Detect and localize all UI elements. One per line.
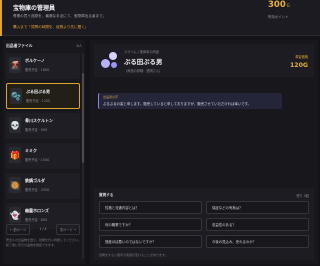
sidebar-count: 8人: [76, 44, 82, 48]
seller-detail-card: スライム / 液体系の商品 ぷる田ぷる男 （商品の詳細：透明さん） 希望価格 1…: [94, 44, 314, 77]
seller-name: 骨川スケルトン: [25, 118, 53, 123]
question-button[interactable]: 保証などの有無は？: [206, 201, 309, 214]
seller-category: スライム / 液体系の商品: [124, 50, 159, 54]
pot-icon: 🥘: [9, 177, 21, 193]
seller-sidebar: 出品者ファイル 8人 🌋 ボルケーノ 販売予定 · 180G 🫧 ぷる田ぷる男 …: [3, 40, 85, 264]
seller-detail-subtitle: （商品の詳細：透明さん）: [124, 69, 163, 73]
question-button[interactable]: 何の職業ですか？: [99, 218, 202, 231]
seller-meta: 販売予定 · 90G: [25, 128, 48, 132]
seller-name: ぷる田ぷる男: [26, 89, 50, 94]
sidebar-note: 売出人の出品物を選び、質問を行い判断してください。終了後に手元の品物を確認できま…: [6, 238, 81, 247]
next-page-button[interactable]: 次ページ →: [56, 224, 80, 235]
pagination: ← 前ページ 1 / 4 次ページ →: [6, 224, 80, 235]
seller-item[interactable]: 🎁 ミミク 販売予定 · 150G: [6, 143, 80, 169]
seller-name: 鉄鍋ゴルダ: [25, 178, 45, 183]
header-accent-bar: [0, 0, 2, 36]
seller-detail-name: ぷる田ぷる男: [124, 58, 163, 66]
page-hint: 購入まで「質問の時間を、経費より先に聞く」: [13, 25, 89, 29]
points-unit: G: [286, 3, 290, 8]
page-description: 専業の買う品物を、最適な手法にて、宝物庫出る者まで。: [13, 14, 107, 18]
bubble-shape: [109, 52, 117, 60]
question-note: 質問をすると相手の態度が変わることがあります。: [99, 253, 168, 257]
seller-meta: 販売予定 · 200G: [25, 188, 50, 192]
question-button[interactable]: 収益性のある？: [206, 218, 309, 231]
sidebar-scrollbar[interactable]: [82, 53, 84, 259]
seller-item[interactable]: 🌋 ボルケーノ 販売予定 · 180G: [6, 53, 80, 79]
scrollbar-thumb[interactable]: [82, 73, 84, 163]
question-button[interactable]: 今後の見込み、売れるのか？: [206, 235, 309, 248]
seller-meta: 販売予定 · 80G: [25, 218, 48, 222]
message-label: 出品者の声: [103, 95, 119, 99]
price-value: 120G: [290, 62, 308, 69]
question-panel-title: 質問する: [99, 193, 114, 197]
seller-item[interactable]: 💀 骨川スケルトン 販売予定 · 90G: [6, 113, 80, 139]
bubble-shape: [111, 62, 117, 68]
seller-name: 幽霊ホロンズ: [25, 208, 49, 213]
gift-box-icon: 🎁: [9, 147, 21, 163]
message-text: ぷるぷるの姿と申します。販売していると申しておりますが、販売させていただければ幸…: [103, 102, 252, 106]
seller-name: ボルケーノ: [25, 58, 45, 63]
sidebar-title: 出品者ファイル: [6, 43, 33, 48]
main-panel: スライム / 液体系の商品 ぷる田ぷる男 （商品の詳細：透明さん） 希望価格 1…: [90, 40, 318, 264]
price-label: 希望価格: [295, 55, 308, 59]
slime-bubbles-icon: [100, 51, 120, 71]
page-indicator: 1 / 4: [39, 227, 47, 231]
seller-meta: 販売予定 · 120G: [26, 99, 51, 103]
seller-name: ミミク: [25, 148, 37, 153]
page-title: 宝物庫の管理員: [13, 5, 56, 12]
question-panel: 質問する 残り 4回 性格と流通内容とは？ 保証などの有無は？ 何の職業ですか？…: [94, 188, 314, 260]
seller-message: 出品者の声 ぷるぷるの姿と申します。販売していると申しておりますが、販売させてい…: [98, 93, 282, 109]
ghost-icon: 👻: [9, 207, 21, 223]
question-button[interactable]: 態度ほぼ悪いのではないですか？: [99, 235, 202, 248]
questions-remaining: 残り 4回: [296, 194, 309, 198]
page-header: 宝物庫の管理員 専業の買う品物を、最適な手法にて、宝物庫出る者まで。 購入まで「…: [0, 0, 320, 36]
points-label: 所持ポイント: [268, 15, 289, 19]
skull-icon: 💀: [9, 117, 21, 133]
slime-icon: 🫧: [10, 88, 22, 104]
bubble-shape: [101, 59, 110, 68]
seller-item-selected[interactable]: 🫧 ぷる田ぷる男 販売予定 · 120G: [6, 83, 80, 109]
question-button[interactable]: 性格と流通内容とは？: [99, 201, 202, 214]
points-display: 300G: [268, 0, 290, 10]
prev-page-button[interactable]: ← 前ページ: [6, 224, 30, 235]
seller-meta: 販売予定 · 150G: [25, 158, 50, 162]
volcano-icon: 🌋: [9, 57, 21, 73]
seller-item[interactable]: 🥘 鉄鍋ゴルダ 販売予定 · 200G: [6, 173, 80, 199]
seller-meta: 販売予定 · 180G: [25, 68, 50, 72]
points-value: 300: [268, 0, 286, 10]
